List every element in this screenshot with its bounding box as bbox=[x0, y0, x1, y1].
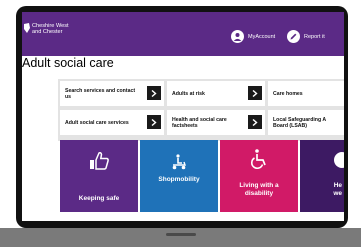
link-safeguarding-board[interactable]: Local Safeguarding A Board (LSAB) bbox=[268, 110, 344, 135]
laptop-mockup: Cheshire West and Chester MyAccount Repo… bbox=[0, 0, 361, 247]
crest-icon bbox=[24, 23, 30, 33]
logo-line-2: and Chester bbox=[32, 29, 63, 36]
tile-keeping-safe[interactable]: Keeping safe bbox=[60, 140, 138, 212]
chevron-right-icon[interactable] bbox=[248, 86, 262, 100]
pencil-icon bbox=[287, 30, 300, 43]
service-links: Search services and contact us Adults at … bbox=[58, 79, 344, 141]
chevron-right-icon[interactable] bbox=[248, 115, 262, 129]
wheelchair-icon bbox=[251, 149, 266, 169]
link-label: Local Safeguarding A Board (LSAB) bbox=[273, 116, 327, 129]
link-factsheets[interactable]: Health and social care factsheets bbox=[167, 110, 265, 135]
link-label: Adult social care services bbox=[65, 119, 129, 126]
partial-icon bbox=[334, 152, 344, 168]
tile-label: Keeping safe bbox=[78, 195, 120, 202]
link-label: Search services and contact us bbox=[65, 87, 136, 100]
link-adult-social-care-services[interactable]: Adult social care services bbox=[60, 110, 164, 135]
chevron-right-icon[interactable] bbox=[147, 86, 161, 100]
link-care-homes[interactable]: Care homes bbox=[268, 81, 344, 106]
laptop-base bbox=[0, 228, 361, 247]
tile-living-with-disability[interactable]: Living with a disability bbox=[220, 140, 298, 212]
my-account-link[interactable]: MyAccount bbox=[231, 30, 275, 43]
feature-tiles: Keeping safe Shopmobility Living with a … bbox=[58, 140, 344, 212]
tile-label: Living with a disability bbox=[239, 182, 279, 197]
tile-label: He we bbox=[333, 182, 342, 197]
page-title: Adult social care bbox=[22, 56, 114, 70]
site-header: Cheshire West and Chester MyAccount Repo… bbox=[22, 12, 344, 56]
tile-shopmobility[interactable]: Shopmobility bbox=[140, 140, 218, 212]
link-label: Adults at risk bbox=[172, 90, 205, 97]
link-label: Health and social care factsheets bbox=[172, 116, 227, 129]
chevron-right-icon[interactable] bbox=[147, 115, 161, 129]
tile-label: Shopmobility bbox=[158, 176, 200, 183]
report-it-label: Report it bbox=[304, 33, 325, 40]
page-footer-strip bbox=[58, 212, 344, 221]
link-adults-at-risk[interactable]: Adults at risk bbox=[167, 81, 265, 106]
tile-partial[interactable]: He we bbox=[300, 140, 344, 212]
user-icon bbox=[231, 30, 244, 43]
mobility-scooter-icon bbox=[172, 154, 186, 170]
laptop-screen: Cheshire West and Chester MyAccount Repo… bbox=[22, 12, 344, 221]
link-search-services[interactable]: Search services and contact us bbox=[60, 81, 164, 106]
council-logo[interactable]: Cheshire West and Chester bbox=[24, 23, 69, 36]
laptop-notch bbox=[166, 233, 196, 236]
link-label: Care homes bbox=[273, 90, 303, 97]
report-it-link[interactable]: Report it bbox=[287, 30, 325, 43]
my-account-label: MyAccount bbox=[248, 33, 276, 40]
thumbs-up-icon bbox=[90, 152, 109, 170]
